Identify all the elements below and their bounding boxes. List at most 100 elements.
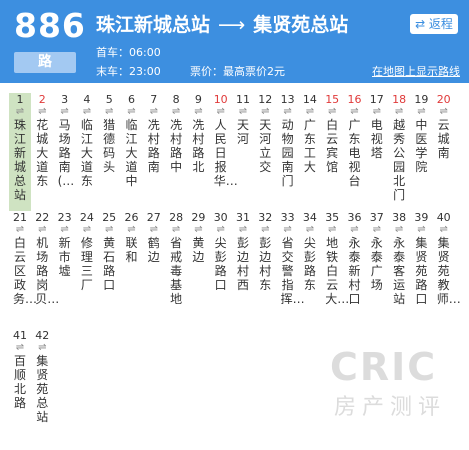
- stop-item[interactable]: 13 ⇌ 动物园南门: [277, 93, 299, 211]
- stop-item[interactable]: 35 ⇌ 地铁白云大…: [321, 211, 349, 329]
- stop-name: 新市墟: [58, 236, 71, 278]
- stop-number: 21: [13, 211, 27, 224]
- bidirectional-icon: ⇌: [305, 224, 315, 235]
- stop-item[interactable]: 23 ⇌ 新市墟: [54, 211, 76, 329]
- stop-name: 修理三厂: [80, 236, 93, 292]
- stop-name: 永泰新村口: [348, 236, 361, 306]
- stop-name: 白云宾馆: [326, 118, 339, 174]
- bidirectional-icon: ⇌: [82, 224, 92, 235]
- stop-item[interactable]: 19 ⇌ 中医学院: [410, 93, 432, 211]
- stop-item[interactable]: 5 ⇌ 猎德码头: [98, 93, 120, 211]
- stop-item[interactable]: 14 ⇌ 广东工大: [299, 93, 321, 211]
- stop-name: 永泰广场: [370, 236, 383, 292]
- stop-name: 黄石路口: [103, 236, 116, 292]
- stop-item[interactable]: 28 ⇌ 省戒毒基地: [165, 211, 187, 329]
- stop-number: 37: [369, 211, 384, 224]
- stop-name: 云城南: [437, 118, 450, 160]
- stop-item[interactable]: 3 ⇌ 马场路南(…: [54, 93, 76, 211]
- bidirectional-icon: ⇌: [261, 106, 270, 117]
- stop-item[interactable]: 41 ⇌ 百顺北路: [9, 329, 31, 447]
- show-on-map-link[interactable]: 在地图上显示路线: [372, 63, 460, 79]
- stop-name: 人民日报华…: [213, 118, 238, 188]
- bidirectional-icon: ⇌: [104, 224, 114, 235]
- stop-number: 38: [392, 211, 407, 224]
- stop-number: 19: [414, 93, 429, 106]
- stop-item[interactable]: 16 ⇌ 广东电视台: [344, 93, 366, 211]
- stop-name: 电视塔: [370, 118, 383, 160]
- stop-item[interactable]: 7 ⇌ 冼村路南: [143, 93, 165, 211]
- stop-item[interactable]: 22 ⇌ 机场路岗贝…: [31, 211, 59, 329]
- stop-item[interactable]: 39 ⇌ 集贤苑路口: [410, 211, 432, 329]
- stop-item[interactable]: 24 ⇌ 修理三厂: [76, 211, 98, 329]
- stop-item[interactable]: 25 ⇌ 黄石路口: [98, 211, 120, 329]
- last-bus-time: 末车：23:00: [96, 65, 161, 78]
- stop-item[interactable]: 9 ⇌ 冼村路北: [187, 93, 209, 211]
- route-header: 886 路 珠江新城总站 ⟶ 集贤苑总站 ⇄ 返程 首车：06:00 末车：23:0…: [0, 0, 469, 83]
- stop-item[interactable]: 1 ⇌ 珠江新城总站: [9, 93, 31, 211]
- bidirectional-icon: ⇌: [283, 224, 292, 235]
- stop-number: 40: [436, 211, 451, 224]
- stop-number: 23: [57, 211, 72, 224]
- stop-item[interactable]: 21 ⇌ 白云区政务…: [9, 211, 37, 329]
- stop-item[interactable]: 36 ⇌ 永泰新村口: [344, 211, 366, 329]
- stop-number: 10: [213, 93, 228, 106]
- stop-number: 35: [325, 211, 340, 224]
- stop-number: 14: [302, 93, 317, 106]
- stop-number: 12: [258, 93, 273, 106]
- return-trip-button[interactable]: ⇄ 返程: [410, 14, 458, 34]
- bidirectional-icon: ⇌: [350, 224, 359, 235]
- stop-item[interactable]: 8 ⇌ 冼村路中: [165, 93, 187, 211]
- stop-item[interactable]: 20 ⇌ 云城南: [433, 93, 455, 211]
- stop-item[interactable]: 29 ⇌ 黄边: [187, 211, 209, 329]
- stop-item[interactable]: 38 ⇌ 永泰客运站: [388, 211, 410, 329]
- bidirectional-icon: ⇌: [127, 224, 136, 235]
- bidirectional-icon: ⇌: [417, 106, 426, 117]
- bidirectional-icon: ⇌: [350, 106, 359, 117]
- bidirectional-icon: ⇌: [60, 106, 69, 117]
- stop-item[interactable]: 42 ⇌ 集贤苑总站: [31, 329, 53, 447]
- stop-item[interactable]: 15 ⇌ 白云宾馆: [321, 93, 343, 211]
- stop-number: 7: [150, 93, 158, 106]
- stop-item[interactable]: 26 ⇌ 联和: [121, 211, 143, 329]
- stop-number: 5: [105, 93, 113, 106]
- stop-item[interactable]: 34 ⇌ 尖彭路东: [299, 211, 321, 329]
- stop-item[interactable]: 40 ⇌ 集贤苑教师…: [433, 211, 461, 329]
- stop-item[interactable]: 31 ⇌ 彭边村西: [232, 211, 254, 329]
- bidirectional-icon: ⇌: [439, 224, 448, 235]
- stop-item[interactable]: 37 ⇌ 永泰广场: [366, 211, 388, 329]
- bidirectional-icon: ⇌: [171, 106, 181, 117]
- bidirectional-icon: ⇌: [216, 224, 225, 235]
- stop-number: 1: [16, 93, 24, 106]
- stop-name: 尖彭路东: [303, 236, 316, 292]
- bidirectional-icon: ⇌: [216, 106, 225, 117]
- stop-item[interactable]: 12 ⇌ 天河立交: [254, 93, 276, 211]
- stop-name: 彭边村东: [259, 236, 272, 292]
- stop-name: 天河: [236, 118, 249, 146]
- bidirectional-icon: ⇌: [38, 106, 47, 117]
- bidirectional-icon: ⇌: [439, 106, 448, 117]
- bidirectional-icon: ⇌: [305, 106, 315, 117]
- stop-name: 珠江新城总站: [13, 118, 26, 202]
- stop-item[interactable]: 33 ⇌ 省交警指挥…: [277, 211, 305, 329]
- stop-item[interactable]: 32 ⇌ 彭边村东: [254, 211, 276, 329]
- stop-item[interactable]: 4 ⇌ 临江大道东: [76, 93, 98, 211]
- stop-item[interactable]: 27 ⇌ 鹤边: [143, 211, 165, 329]
- bidirectional-icon: ⇌: [194, 224, 203, 235]
- stop-name: 冼村路北: [192, 118, 205, 174]
- stop-item[interactable]: 18 ⇌ 越秀公园北门: [388, 93, 410, 211]
- stop-name: 省交警指挥…: [280, 236, 305, 306]
- stop-number: 24: [79, 211, 94, 224]
- stop-list: 1 ⇌ 珠江新城总站 2 ⇌ 花城大道东 3 ⇌ 马场路南(… 4 ⇌ 临江大道东 5 ⇌ 猎德码头 6 ⇌ 临江…: [0, 93, 469, 450]
- stop-number: 33: [280, 211, 295, 224]
- stop-item[interactable]: 17 ⇌ 电视塔: [366, 93, 388, 211]
- stop-item[interactable]: 2 ⇌ 花城大道东: [31, 93, 53, 211]
- direction-arrow-icon: ⟶: [218, 14, 246, 36]
- stop-item[interactable]: 30 ⇌ 尖彭路口: [210, 211, 232, 329]
- stop-number: 4: [83, 93, 91, 106]
- stop-item[interactable]: 10 ⇌ 人民日报华…: [210, 93, 238, 211]
- stop-item[interactable]: 6 ⇌ 临江大道中: [121, 93, 143, 211]
- stop-number: 2: [38, 93, 46, 106]
- bidirectional-icon: ⇌: [238, 106, 248, 117]
- bidirectional-icon: ⇌: [283, 106, 292, 117]
- stop-item[interactable]: 11 ⇌ 天河: [232, 93, 254, 211]
